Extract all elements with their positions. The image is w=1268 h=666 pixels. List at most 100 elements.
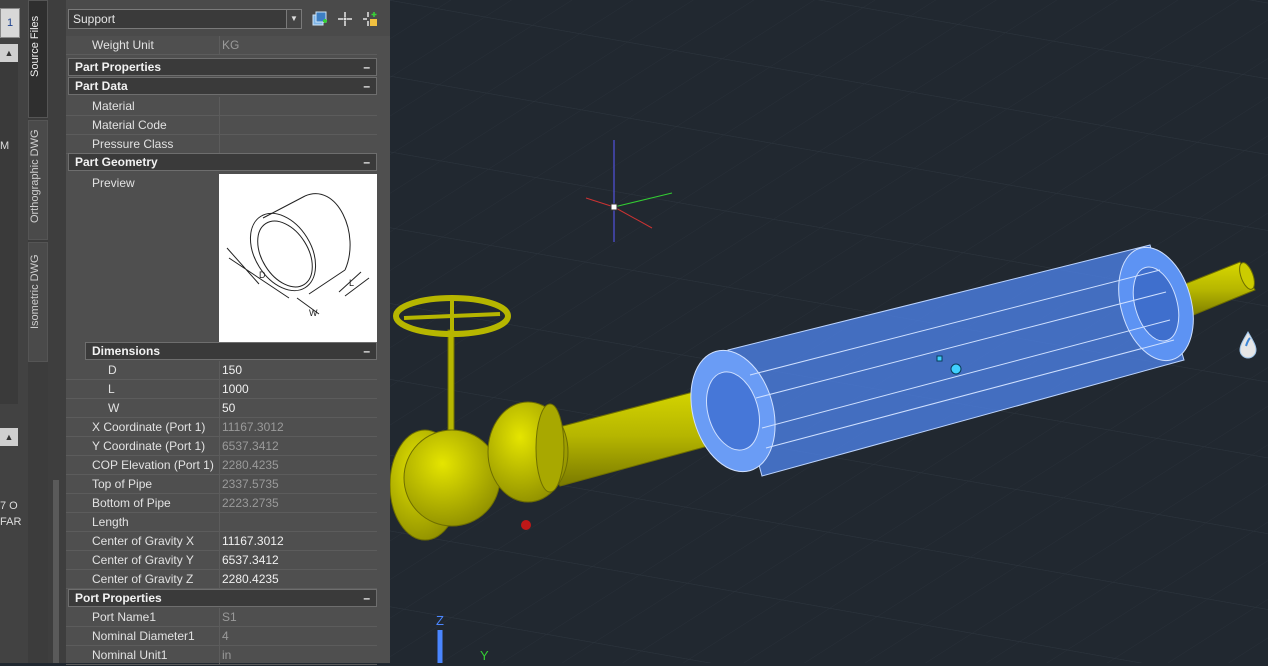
scroll-up-icon[interactable]: ▲: [0, 44, 18, 62]
property-row-material-code[interactable]: Material Code: [66, 116, 377, 135]
property-label: D: [108, 363, 117, 377]
property-value[interactable]: [219, 97, 380, 115]
add-part-icon[interactable]: [312, 11, 328, 27]
property-row-center-of-gravity-y[interactable]: Center of Gravity Y 6537.3412: [66, 551, 377, 570]
dimension-row-l[interactable]: L 1000: [66, 380, 377, 399]
left-text-fragment: 7 O: [0, 500, 18, 512]
property-row-nominal-diameter[interactable]: Nominal Diameter1 4: [66, 627, 377, 646]
left-scrollbar[interactable]: ▲: [0, 44, 18, 404]
property-value: S1: [219, 608, 380, 626]
property-label: Top of Pipe: [92, 477, 153, 491]
property-row-length[interactable]: Length: [66, 513, 377, 532]
property-value[interactable]: 50: [219, 399, 380, 417]
property-label: COP Elevation (Port 1): [92, 458, 214, 472]
property-label: L: [108, 382, 115, 396]
property-value: 4: [219, 627, 380, 645]
property-row-port-name[interactable]: Port Name1 S1: [66, 608, 377, 627]
section-part-data[interactable]: Part Data –: [68, 77, 377, 95]
property-value[interactable]: 2280.4235: [219, 570, 380, 588]
property-value: 11167.3012: [219, 418, 380, 436]
property-value[interactable]: 11167.3012: [219, 532, 380, 550]
property-value: in: [219, 646, 380, 664]
axis-label-z: Z: [436, 613, 444, 628]
properties-panel: Support ▼ Weight Unit KG Part Properties…: [66, 0, 390, 665]
property-value[interactable]: [219, 116, 380, 134]
collapse-icon[interactable]: –: [363, 343, 370, 359]
section-title: Part Geometry: [75, 155, 158, 169]
viewport-canvas[interactable]: Z Y: [389, 0, 1268, 663]
tab-orthographic-dwg[interactable]: Orthographic DWG: [28, 120, 48, 240]
left-text-fragment: FAR: [0, 516, 22, 528]
part-type-dropdown[interactable]: Support ▼: [68, 9, 302, 29]
property-value: 2280.4235: [219, 456, 380, 474]
scrollbar-thumb[interactable]: [53, 480, 59, 663]
property-value[interactable]: 6537.3412: [219, 551, 380, 569]
grip-circle-icon[interactable]: [950, 363, 962, 375]
property-row-x-coordinate[interactable]: X Coordinate (Port 1) 11167.3012: [66, 418, 377, 437]
property-label: Center of Gravity Y: [92, 553, 194, 567]
section-part-properties[interactable]: Part Properties –: [68, 58, 377, 76]
property-row-pressure-class[interactable]: Pressure Class: [66, 135, 377, 154]
property-label: Port Name1: [92, 610, 157, 624]
property-row-center-of-gravity-z[interactable]: Center of Gravity Z 2280.4235: [66, 570, 377, 589]
part-preview-image: D W L: [219, 174, 377, 342]
grip-square-icon[interactable]: [936, 355, 943, 362]
property-value[interactable]: [219, 513, 380, 531]
property-row-bottom-of-pipe[interactable]: Bottom of Pipe 2223.2735: [66, 494, 377, 513]
property-row-top-of-pipe[interactable]: Top of Pipe 2337.5735: [66, 475, 377, 494]
property-label: Pressure Class: [92, 137, 174, 151]
property-row-material[interactable]: Material: [66, 97, 377, 116]
property-label: Material: [92, 99, 135, 113]
section-dimensions[interactable]: Dimensions –: [85, 342, 377, 360]
dropdown-value: Support: [73, 12, 116, 26]
add-port-icon[interactable]: [362, 11, 378, 27]
dimension-row-w[interactable]: W 50: [66, 399, 377, 418]
collapse-icon[interactable]: –: [363, 59, 370, 75]
section-title: Part Properties: [75, 60, 162, 74]
vertical-tab-strip: Source Files Orthographic DWG Isometric …: [28, 0, 48, 663]
property-label: Center of Gravity Z: [92, 572, 194, 586]
left-text-fragment: M: [0, 140, 10, 152]
property-row-cop-elevation[interactable]: COP Elevation (Port 1) 2280.4235: [66, 456, 377, 475]
scroll-up-icon[interactable]: ▲: [0, 428, 18, 446]
chevron-down-icon[interactable]: ▼: [286, 10, 301, 28]
section-title: Dimensions: [92, 344, 161, 358]
collapse-icon[interactable]: –: [363, 590, 370, 606]
insertion-point-icon[interactable]: [337, 11, 353, 27]
panel-toolbar: Support ▼: [66, 0, 390, 36]
property-label: W: [108, 401, 120, 415]
property-value[interactable]: 1000: [219, 380, 380, 398]
property-label: Material Code: [92, 118, 167, 132]
property-label: Nominal Unit1: [92, 648, 168, 662]
property-label: Length: [92, 515, 129, 529]
property-row-weight-unit[interactable]: Weight Unit KG: [66, 36, 377, 55]
axis-label-y: Y: [480, 648, 489, 663]
collapse-icon[interactable]: –: [363, 154, 370, 170]
model-viewport[interactable]: Z Y: [389, 0, 1268, 663]
collapse-icon[interactable]: –: [363, 78, 370, 94]
section-part-geometry[interactable]: Part Geometry –: [68, 153, 377, 171]
dim-label-w: W: [309, 308, 318, 318]
dimension-row-d[interactable]: D 150: [66, 361, 377, 380]
property-value: 6537.3412: [219, 437, 380, 455]
tab-source-files[interactable]: Source Files: [28, 0, 48, 118]
property-value: KG: [219, 36, 380, 54]
property-label: Bottom of Pipe: [92, 496, 171, 510]
property-label: Weight Unit: [92, 38, 154, 52]
property-row-center-of-gravity-x[interactable]: Center of Gravity X 11167.3012: [66, 532, 377, 551]
property-value: 2223.2735: [219, 494, 380, 512]
tab-isometric-dwg[interactable]: Isometric DWG: [28, 242, 48, 362]
support-ring-drawing: D W L: [226, 193, 370, 318]
property-row-y-coordinate[interactable]: Y Coordinate (Port 1) 6537.3412: [66, 437, 377, 456]
section-port-properties[interactable]: Port Properties –: [68, 589, 377, 607]
left-tiny-button[interactable]: 1: [0, 8, 20, 38]
property-label: Center of Gravity X: [92, 534, 195, 548]
panel-scrollbar[interactable]: [48, 0, 66, 663]
dim-label-l: L: [349, 278, 354, 288]
dim-label-d: D: [259, 270, 266, 280]
property-row-nominal-unit[interactable]: Nominal Unit1 in: [66, 646, 377, 665]
property-value[interactable]: [219, 135, 380, 153]
property-value[interactable]: 150: [219, 361, 380, 379]
section-title: Port Properties: [75, 591, 162, 605]
section-title: Part Data: [75, 79, 128, 93]
